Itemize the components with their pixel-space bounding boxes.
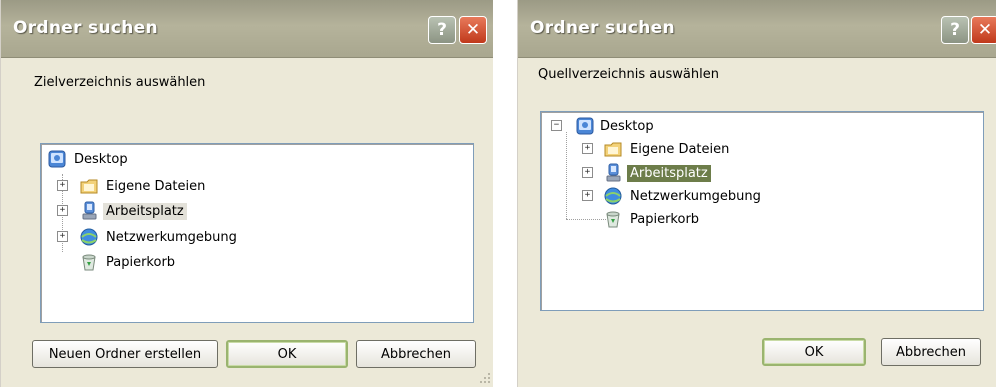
tree-item-papierkorb[interactable]: Papierkorb — [541, 208, 801, 230]
collapse-minus-icon[interactable]: − — [551, 120, 562, 131]
recycle-bin-icon — [82, 254, 96, 271]
tree-item-papierkorb[interactable]: Papierkorb — [41, 251, 301, 273]
expand-plus-icon[interactable]: + — [582, 190, 593, 201]
expand-plus-icon[interactable]: + — [582, 143, 593, 154]
tree-item-desktop[interactable]: − Desktop — [541, 115, 741, 137]
help-button[interactable]: ? — [428, 16, 456, 44]
expand-plus-icon[interactable]: + — [582, 167, 593, 178]
folder-tree[interactable]: − Desktop + Eigene Dateien + Arbeitsplat… — [540, 111, 984, 311]
documents-folder-icon — [80, 179, 98, 194]
close-icon: ✕ — [977, 20, 993, 40]
tree-item-eigene-dateien[interactable]: + Eigene Dateien — [41, 175, 301, 197]
desktop-icon — [576, 117, 594, 135]
ok-button[interactable]: OK — [226, 340, 348, 368]
expand-plus-icon[interactable]: + — [57, 180, 68, 191]
recycle-bin-icon — [606, 211, 620, 228]
folder-tree[interactable]: Desktop + Eigene Dateien + Arbeitsplatz … — [40, 143, 474, 323]
resize-grip-icon[interactable] — [479, 372, 491, 384]
new-folder-button[interactable]: Neuen Ordner erstellen — [32, 340, 218, 368]
title-bar: Ordner suchen ? ✕ — [1, 0, 493, 58]
tree-item-arbeitsplatz[interactable]: + Arbeitsplatz — [41, 200, 301, 222]
help-icon: ? — [437, 20, 447, 40]
documents-folder-icon — [604, 142, 622, 157]
title-bar: Ordner suchen ? ✕ — [518, 0, 996, 58]
expand-plus-icon[interactable]: + — [57, 205, 68, 216]
tree-item-label: Eigene Dateien — [630, 141, 730, 157]
dialog-title: Ordner suchen — [530, 18, 675, 38]
cancel-button[interactable]: Abbrechen — [881, 338, 981, 366]
close-button[interactable]: ✕ — [971, 16, 996, 44]
dialog-prompt: Quellverzeichnis auswählen — [538, 67, 719, 82]
tree-item-label: Desktop — [74, 151, 128, 167]
close-icon: ✕ — [465, 20, 481, 40]
network-icon — [80, 228, 98, 246]
tree-item-netzwerkumgebung[interactable]: + Netzwerkumgebung — [41, 226, 341, 248]
dialog-title: Ordner suchen — [13, 18, 158, 38]
cancel-button[interactable]: Abbrechen — [356, 340, 476, 368]
computer-icon — [82, 201, 97, 220]
computer-icon — [606, 163, 621, 182]
tree-item-label: Arbeitsplatz — [103, 202, 187, 220]
tree-item-netzwerkumgebung[interactable]: + Netzwerkumgebung — [541, 185, 841, 207]
close-button[interactable]: ✕ — [459, 16, 487, 44]
tree-item-label: Papierkorb — [630, 211, 700, 227]
tree-item-label: Netzwerkumgebung — [106, 229, 237, 245]
tree-item-label: Eigene Dateien — [106, 178, 206, 194]
network-icon — [604, 187, 622, 205]
tree-item-label: Arbeitsplatz — [627, 164, 711, 182]
tree-item-eigene-dateien[interactable]: + Eigene Dateien — [541, 138, 801, 160]
browse-folder-dialog-right: Ordner suchen ? ✕ Quellverzeichnis auswä… — [517, 0, 996, 387]
browse-folder-dialog-left: Ordner suchen ? ✕ Zielverzeichnis auswäh… — [0, 0, 493, 387]
tree-item-label: Netzwerkumgebung — [630, 188, 761, 204]
tree-item-arbeitsplatz[interactable]: + Arbeitsplatz — [541, 162, 801, 184]
help-button[interactable]: ? — [941, 16, 969, 44]
expand-plus-icon[interactable]: + — [57, 231, 68, 242]
tree-item-desktop[interactable]: Desktop — [41, 148, 241, 170]
help-icon: ? — [950, 20, 960, 40]
ok-button[interactable]: OK — [762, 338, 866, 366]
desktop-icon — [48, 150, 66, 168]
tree-item-label: Desktop — [600, 118, 654, 134]
tree-item-label: Papierkorb — [106, 254, 176, 270]
dialog-prompt: Zielverzeichnis auswählen — [34, 75, 206, 90]
